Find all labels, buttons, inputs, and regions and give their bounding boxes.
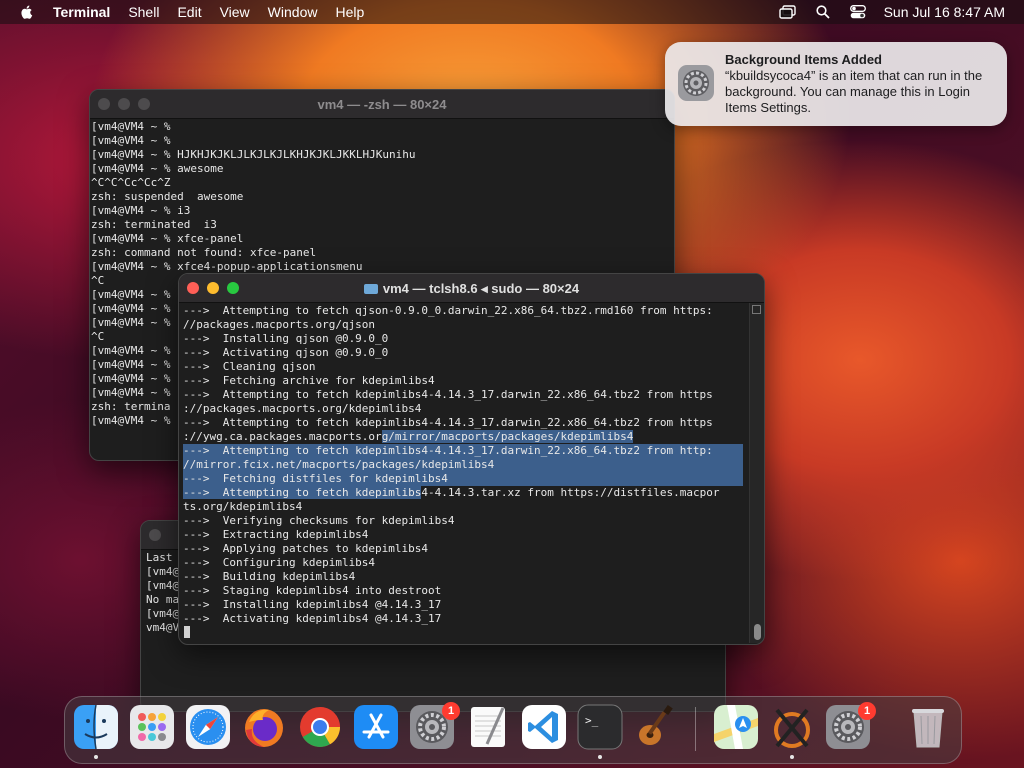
chrome-icon[interactable] (297, 704, 343, 750)
menu-clock[interactable]: Sun Jul 16 8:47 AM (884, 4, 1005, 20)
menu-view[interactable]: View (220, 0, 250, 24)
terminal-line: ---> Applying patches to kdepimlibs4 (183, 542, 429, 555)
maps-icon[interactable] (713, 704, 759, 750)
terminal-line: ://packages.macports.org/kdepimlibs4 (183, 402, 422, 415)
text-cursor (184, 626, 190, 638)
vscode-icon[interactable] (521, 704, 567, 750)
scrollbar-track[interactable] (749, 303, 764, 643)
terminal-line: //packages.macports.org/qjson (183, 318, 376, 331)
terminal-icon[interactable]: >_ (577, 704, 623, 750)
dock-separator (695, 707, 696, 751)
window-title: vm4 — -zsh — 80×24 (317, 97, 447, 112)
spotlight-search-icon[interactable] (814, 4, 832, 20)
terminal-line: ---> Attempting to fetch kdepimlibs4-4.1… (183, 444, 743, 458)
terminal-line: ---> Verifying checksums for kdepimlibs4 (183, 514, 455, 527)
menu-shell[interactable]: Shell (128, 0, 159, 24)
terminal-line: ---> Attempting to fetch kdepimlibs4-4.1… (183, 486, 720, 499)
terminal-line: ---> Extracting kdepimlibs4 (183, 528, 369, 541)
system-settings-gear-icon (678, 65, 714, 101)
menu-bar: Terminal Shell Edit View Window Help Sun… (0, 0, 1024, 24)
notification-body: “kbuildsycoca4” is an item that can run … (725, 68, 983, 115)
close-button-2[interactable] (149, 529, 161, 541)
menu-app-name[interactable]: Terminal (53, 0, 110, 24)
menu-edit[interactable]: Edit (177, 0, 201, 24)
terminal-line: [vm4@VM4 ~ % xfce-panel (91, 232, 244, 245)
trash-icon[interactable] (905, 704, 951, 750)
menu-help[interactable]: Help (335, 0, 364, 24)
safari-icon[interactable] (185, 704, 231, 750)
terminal-window-sudo[interactable]: vm4 — tclsh8.6 ◂ sudo — 80×24 ---> Attem… (178, 273, 765, 645)
terminal-line: [vm4@VM4 ~ % xfce4-popup-applicationsmen… (91, 260, 363, 273)
running-indicator-finder (94, 755, 98, 759)
folder-icon (363, 284, 378, 294)
terminal-line: ://ywg.ca.packages.macports.org/mirror/m… (183, 430, 634, 443)
window-titlebar-3[interactable]: vm4 — tclsh8.6 ◂ sudo — 80×24 (179, 274, 764, 303)
menu-window[interactable]: Window (268, 0, 318, 24)
apple-menu-icon[interactable] (19, 4, 35, 20)
terminal-line: ---> Fetching archive for kdepimlibs4 (183, 374, 435, 387)
terminal-line: ts.org/kdepimlibs4 (183, 500, 303, 513)
terminal-line: ---> Fetching distfiles for kdepimlibs4 (183, 472, 743, 486)
terminal-line: zsh: suspended awesome (91, 190, 244, 203)
terminal-line: ---> Attempting to fetch kdepimlibs4-4.1… (183, 388, 713, 401)
terminal-output-3[interactable]: ---> Attempting to fetch qjson-0.9.0_0.d… (183, 304, 743, 626)
xquartz-icon[interactable] (769, 704, 815, 750)
terminal-line: [vm4@VM4 ~ % awesome (91, 162, 224, 175)
terminal-line: zsh: command not found: xfce-panel (91, 246, 317, 259)
scroll-corner-icon (752, 305, 761, 314)
running-indicator-xquartz (790, 755, 794, 759)
notification-banner[interactable]: Background Items Added “kbuildsycoca4” i… (665, 42, 1007, 126)
guitar-icon[interactable] (633, 704, 679, 750)
terminal-line: ---> Installing qjson @0.9.0_0 (183, 332, 389, 345)
textedit-icon[interactable] (465, 704, 511, 750)
screen-mirroring-icon[interactable] (778, 4, 797, 20)
control-center-icon[interactable] (849, 4, 867, 20)
launchpad-icon[interactable] (129, 704, 175, 750)
terminal-line: ---> Activating qjson @0.9.0_0 (183, 346, 389, 359)
terminal-line: ^C^C^Cc^Cc^Z (91, 176, 171, 189)
notification-badge: 1 (442, 702, 460, 720)
terminal-line: [vm4@VM4 ~ % (91, 120, 171, 133)
notification-title: Background Items Added (725, 52, 882, 67)
terminal-line: ---> Building kdepimlibs4 (183, 570, 356, 583)
finder-icon[interactable] (73, 704, 119, 750)
terminal-line: ---> Cleaning qjson (183, 360, 316, 373)
terminal-line: ---> Configuring kdepimlibs4 (183, 556, 376, 569)
terminal-line: ---> Activating kdepimlibs4 @4.14.3_17 (183, 612, 442, 625)
dock: 1 >_ 1 (64, 696, 962, 764)
terminal-line: [vm4@VM4 ~ % HJKHJKJKLJLKJLKJLKHJKJKLJKK… (91, 148, 416, 161)
window-titlebar[interactable]: vm4 — -zsh — 80×24 (90, 90, 674, 119)
window-title-text: vm4 — tclsh8.6 ◂ sudo — 80×24 (382, 281, 580, 296)
terminal-line: ---> Staging kdepimlibs4 into destroot (183, 584, 442, 597)
terminal-line: //mirror.fcix.net/macports/packages/kdep… (183, 458, 743, 472)
terminal-line: ---> Attempting to fetch kdepimlibs4-4.1… (183, 416, 713, 429)
terminal-line: zsh: terminated i3 (91, 218, 217, 231)
svg-text:>_: >_ (585, 714, 599, 727)
firefox-icon[interactable] (241, 704, 287, 750)
notification-badge-2: 1 (858, 702, 876, 720)
running-indicator-terminal (598, 755, 602, 759)
window-title-3: vm4 — tclsh8.6 ◂ sudo — 80×24 (179, 281, 764, 297)
app-store-icon[interactable] (353, 704, 399, 750)
terminal-line: ---> Attempting to fetch qjson-0.9.0_0.d… (183, 304, 713, 317)
terminal-line: [vm4@VM4 ~ % i3 (91, 204, 191, 217)
terminal-line: ---> Installing kdepimlibs4 @4.14.3_17 (183, 598, 442, 611)
scrollbar-thumb[interactable] (754, 624, 761, 640)
terminal-line: [vm4@VM4 ~ % (91, 134, 171, 147)
